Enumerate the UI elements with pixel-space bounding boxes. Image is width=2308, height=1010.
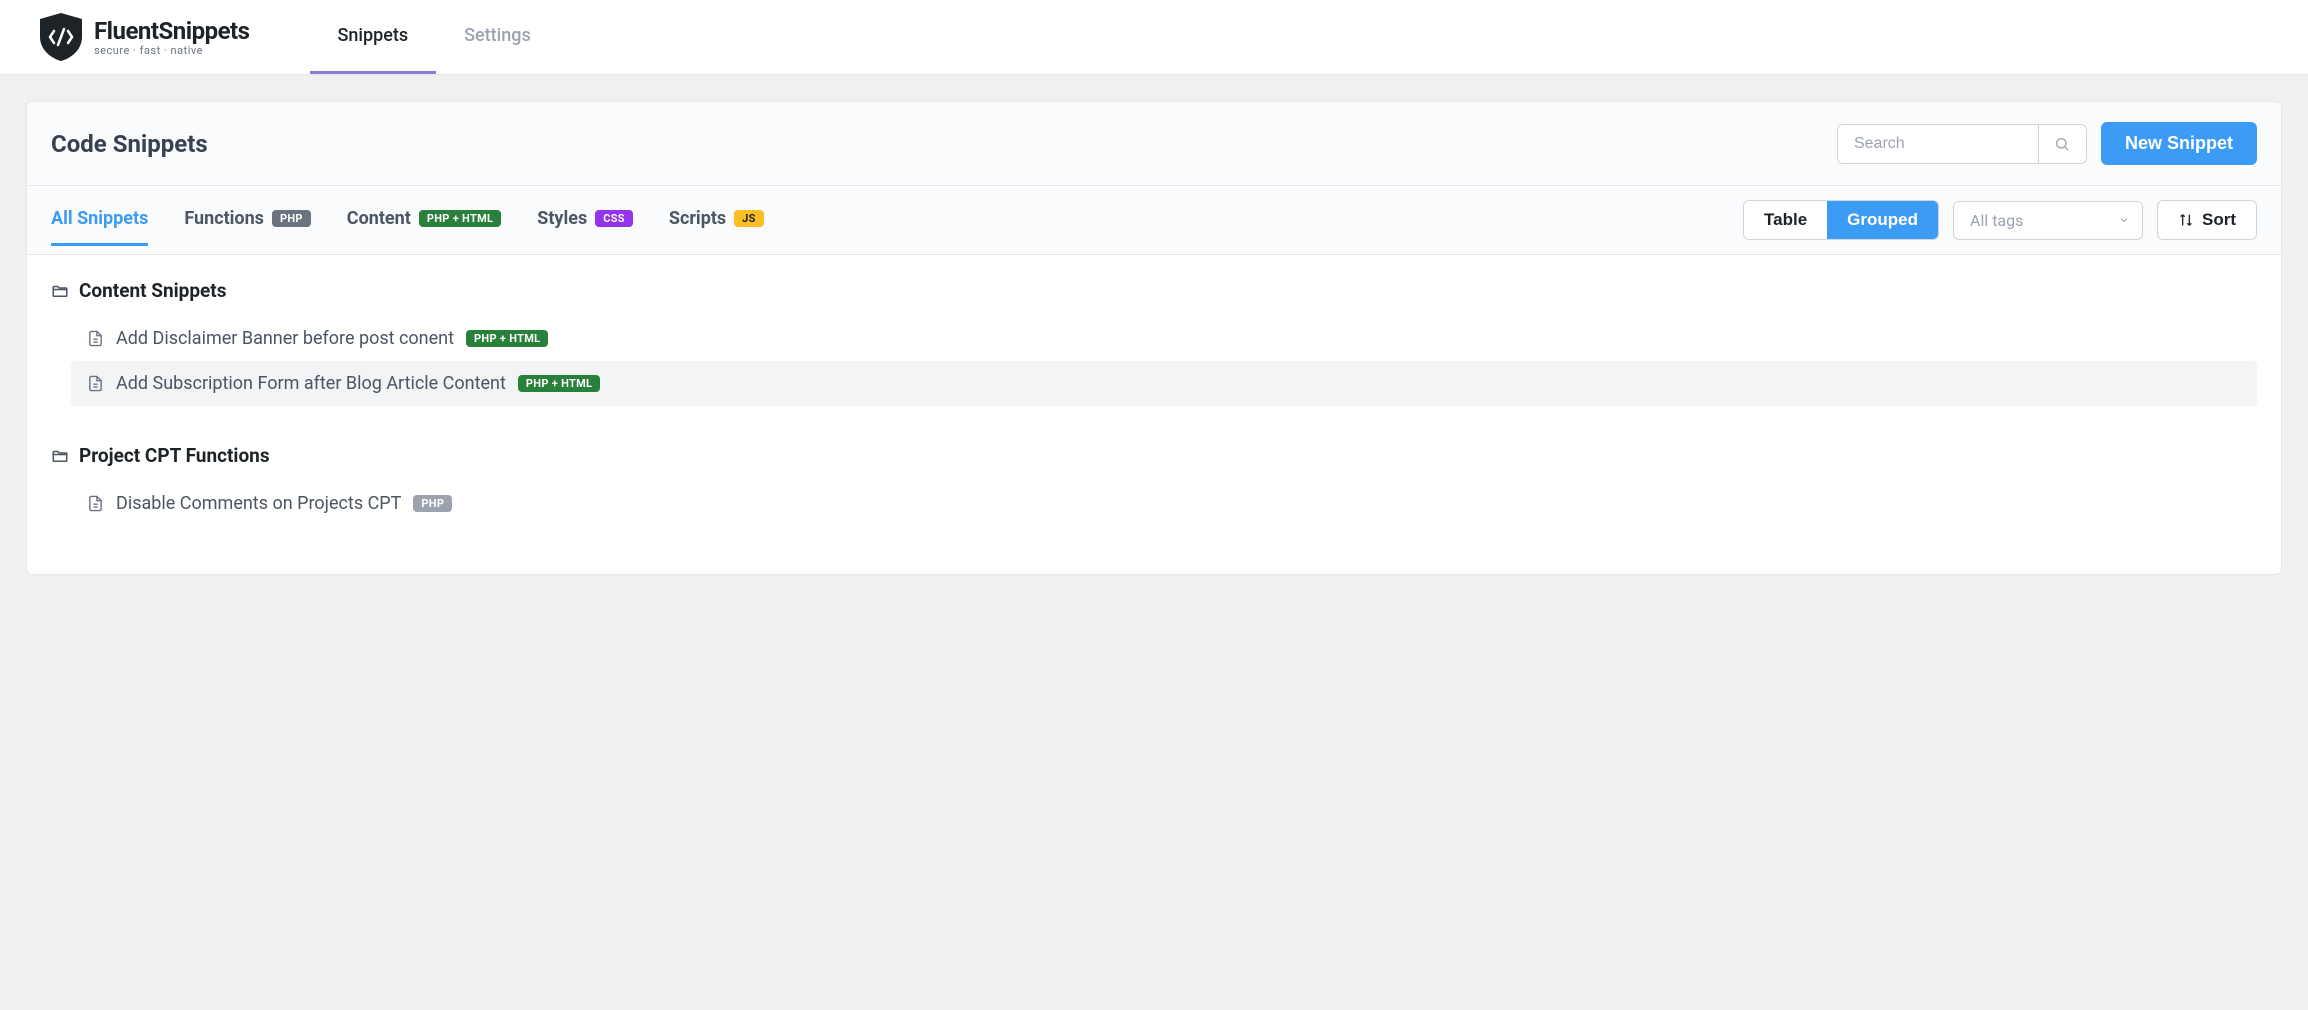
filter-tab-label: Functions	[184, 208, 264, 229]
file-icon	[87, 495, 104, 512]
group-header[interactable]: Project CPT Functions	[51, 444, 2257, 467]
search-icon	[2054, 136, 2070, 152]
filter-row: All Snippets Functions PHP Content PHP +…	[27, 186, 2281, 255]
filter-tab-label: Scripts	[669, 208, 726, 229]
card-header: Code Snippets New Snippet	[27, 102, 2281, 186]
nav-tab-settings[interactable]: Settings	[436, 0, 559, 74]
nav-tab-label: Settings	[464, 25, 531, 46]
toggle-label: Table	[1764, 210, 1807, 229]
snippet-item[interactable]: Add Disclaimer Banner before post conent…	[71, 316, 2257, 361]
snippet-name: Add Disclaimer Banner before post conent	[116, 328, 454, 349]
filter-badge: PHP	[272, 210, 311, 227]
snippet-item[interactable]: Add Subscription Form after Blog Article…	[71, 361, 2257, 406]
filter-tab-label: Content	[347, 208, 411, 229]
filter-tab-all[interactable]: All Snippets	[51, 208, 148, 246]
page-title: Code Snippets	[51, 130, 208, 158]
folder-open-icon	[51, 447, 69, 465]
logo-tagline: secure · fast · native	[94, 45, 250, 56]
snippet-list: Content Snippets Add Disclaimer Banner b…	[27, 255, 2281, 574]
filter-tab-label: All Snippets	[51, 208, 148, 229]
topbar: FluentSnippets secure · fast · native Sn…	[0, 0, 2308, 75]
nav-tabs: Snippets Settings	[310, 0, 559, 74]
group-title: Project CPT Functions	[79, 444, 270, 467]
nav-tab-snippets[interactable]: Snippets	[310, 0, 437, 74]
filter-tab-functions[interactable]: Functions PHP	[184, 208, 310, 246]
filter-tab-content[interactable]: Content PHP + HTML	[347, 208, 501, 246]
tags-placeholder: All tags	[1970, 211, 2023, 230]
snippet-item[interactable]: Disable Comments on Projects CPT PHP	[71, 481, 2257, 526]
new-snippet-label: New Snippet	[2125, 133, 2233, 153]
filter-badge: PHP + HTML	[419, 210, 501, 227]
nav-tab-label: Snippets	[338, 25, 409, 46]
filter-badge: CSS	[595, 210, 633, 227]
snippet-name: Add Subscription Form after Blog Article…	[116, 373, 506, 394]
filter-tab-label: Styles	[537, 208, 587, 229]
toggle-label: Grouped	[1847, 210, 1918, 229]
snippet-badge: PHP + HTML	[518, 375, 600, 392]
logo[interactable]: FluentSnippets secure · fast · native	[40, 13, 250, 61]
sort-label: Sort	[2202, 210, 2236, 230]
logo-main: FluentSnippets	[94, 19, 250, 43]
view-toggle: Table Grouped	[1743, 200, 1939, 240]
spacer	[51, 406, 2257, 434]
header-actions: New Snippet	[1837, 122, 2257, 165]
filter-tab-scripts[interactable]: Scripts JS	[669, 208, 764, 246]
filter-badge: JS	[734, 210, 764, 227]
folder-open-icon	[51, 282, 69, 300]
group-header[interactable]: Content Snippets	[51, 279, 2257, 302]
chevron-down-icon	[2118, 214, 2130, 226]
group-title: Content Snippets	[79, 279, 227, 302]
file-icon	[87, 375, 104, 392]
snippet-badge: PHP + HTML	[466, 330, 548, 347]
snippet-badge: PHP	[413, 495, 452, 512]
search-button[interactable]	[2038, 125, 2086, 163]
file-icon	[87, 330, 104, 347]
filter-controls: Table Grouped All tags Sort	[1743, 200, 2257, 240]
filter-tabs: All Snippets Functions PHP Content PHP +…	[51, 208, 764, 232]
sort-button[interactable]: Sort	[2157, 200, 2257, 240]
main-card: Code Snippets New Snippet All Snippets F…	[26, 101, 2282, 575]
search-input[interactable]	[1838, 125, 2038, 163]
search-group	[1837, 124, 2087, 164]
tags-select[interactable]: All tags	[1953, 201, 2143, 240]
new-snippet-button[interactable]: New Snippet	[2101, 122, 2257, 165]
logo-text: FluentSnippets secure · fast · native	[94, 19, 250, 56]
snippet-name: Disable Comments on Projects CPT	[116, 493, 401, 514]
view-table-button[interactable]: Table	[1744, 201, 1827, 239]
view-grouped-button[interactable]: Grouped	[1827, 201, 1938, 239]
sort-icon	[2178, 212, 2194, 228]
logo-shield-icon	[40, 13, 82, 61]
filter-tab-styles[interactable]: Styles CSS	[537, 208, 633, 246]
